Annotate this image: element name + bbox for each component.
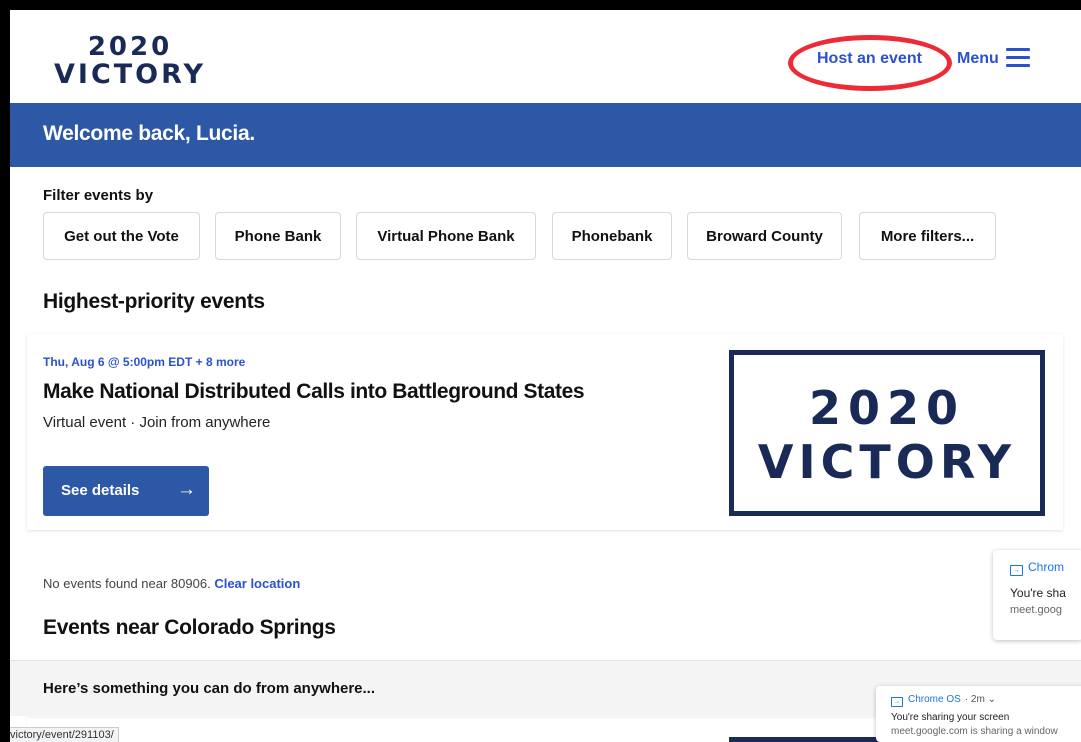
notification-sharing-2[interactable]: → Chrome OS · 2m ⌄ You're sharing your scr…	[876, 686, 1081, 742]
notification-sharing-1[interactable]: → Chrom You're sha meet.goog	[993, 550, 1081, 640]
logo-line-1: 2020	[87, 32, 173, 62]
filter-chip-virtual-phone-bank[interactable]: Virtual Phone Bank	[356, 212, 536, 260]
see-details-button[interactable]: See details →	[43, 466, 209, 516]
event-location: Virtual event · Join from anywhere	[43, 414, 271, 431]
clear-location-link[interactable]: Clear location	[214, 576, 300, 591]
see-details-label: See details	[61, 482, 140, 499]
filter-label: Filter events by	[43, 187, 154, 204]
event-date: Thu, Aug 6 @ 5:00pm EDT + 8 more	[43, 355, 246, 369]
notification-body: meet.google.com is sharing a window	[891, 726, 1058, 737]
notification-source: → Chrom	[1010, 560, 1064, 576]
notification-title: You're sha	[1010, 586, 1066, 600]
notification-title: You're sharing your screen	[891, 712, 1010, 723]
filter-chip-phonebank[interactable]: Phonebank	[552, 212, 672, 260]
host-event-link[interactable]: Host an event	[817, 50, 922, 68]
hamburger-menu-icon[interactable]	[1006, 48, 1030, 68]
event-logo-line-1: 2020	[808, 381, 966, 435]
menu-link[interactable]: Menu	[957, 50, 999, 68]
filter-chip-phone-bank[interactable]: Phone Bank	[215, 212, 341, 260]
arrow-right-icon: →	[177, 479, 196, 500]
event-card[interactable]: Thu, Aug 6 @ 5:00pm EDT + 8 more Make Na…	[27, 334, 1063, 530]
event-image-logo[interactable]: 2020 VICTORY	[729, 350, 1045, 516]
event-title[interactable]: Make National Distributed Calls into Bat…	[43, 380, 585, 404]
site-header: 2020 VICTORY Host an event Menu	[10, 10, 1081, 103]
filter-chip-more-filters[interactable]: More filters...	[859, 212, 996, 260]
welcome-message: Welcome back, Lucia.	[43, 122, 255, 145]
no-events-text: No events found near 80906.	[43, 576, 211, 591]
notification-meta[interactable]: · 2m ⌄	[965, 694, 996, 705]
events-near-heading: Events near Colorado Springs	[43, 616, 336, 639]
page: 2020 VICTORY Host an event Menu Welcome …	[10, 10, 1081, 742]
filter-chip-get-out-the-vote[interactable]: Get out the Vote	[43, 212, 200, 260]
logo-line-2: VICTORY	[54, 59, 206, 90]
no-events-message: No events found near 80906. Clear locati…	[43, 576, 300, 591]
site-logo[interactable]: 2020 VICTORY	[54, 34, 206, 88]
notification-source: → Chrome OS · 2m ⌄	[891, 694, 996, 707]
filter-chip-broward-county[interactable]: Broward County	[687, 212, 842, 260]
highest-priority-heading: Highest-priority events	[43, 290, 265, 313]
event-logo-line-2: VICTORY	[757, 435, 1017, 489]
screen-share-icon: →	[891, 697, 903, 707]
screen-share-icon: →	[1010, 565, 1023, 576]
welcome-banner: Welcome back, Lucia.	[10, 103, 1081, 167]
notification-source-name: Chrom	[1028, 560, 1065, 574]
anywhere-text: Here’s something you can do from anywher…	[43, 680, 376, 697]
notification-body: meet.goog	[1010, 604, 1062, 616]
status-url: victory/event/291103/	[10, 727, 119, 742]
notification-source-name: Chrome OS	[908, 694, 961, 705]
